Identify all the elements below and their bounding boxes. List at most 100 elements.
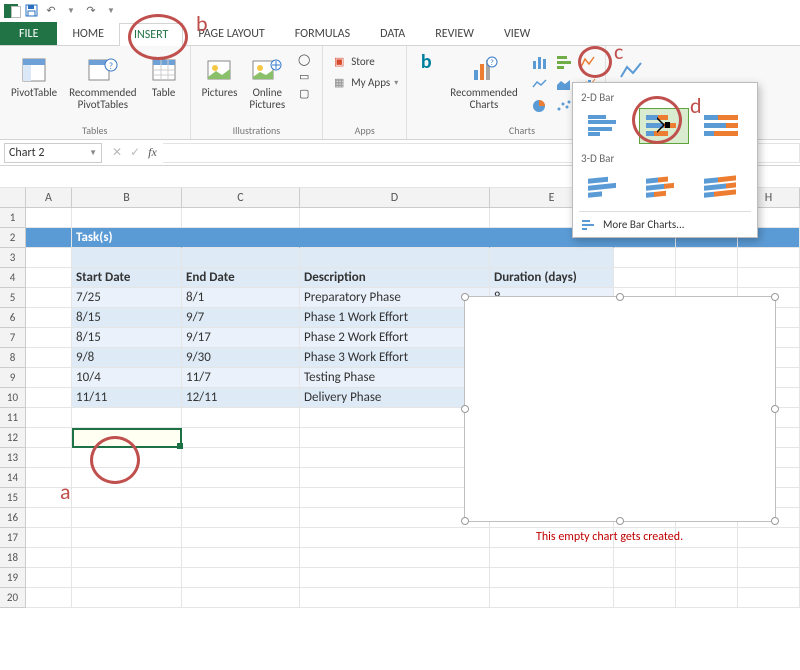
- cell[interactable]: [26, 208, 72, 228]
- row-header[interactable]: 3: [0, 248, 26, 268]
- cell[interactable]: [182, 568, 300, 588]
- row-header[interactable]: 7: [0, 328, 26, 348]
- stacked-bar-3d-option[interactable]: [639, 169, 689, 205]
- line-chart-button[interactable]: [529, 74, 551, 94]
- pie-chart-button[interactable]: [529, 96, 551, 116]
- worksheet[interactable]: A B C D E F G H 12Task(s)34Start DateEnd…: [0, 188, 800, 608]
- clustered-bar-3d-option[interactable]: [581, 169, 631, 205]
- tab-formulas[interactable]: FORMULAS: [280, 22, 365, 45]
- qat-customize-icon[interactable]: ▼: [104, 4, 118, 18]
- cell[interactable]: [676, 268, 738, 288]
- cell[interactable]: 7/25: [72, 288, 182, 308]
- row-header[interactable]: 19: [0, 568, 26, 588]
- cell[interactable]: [300, 568, 490, 588]
- cell[interactable]: [72, 488, 182, 508]
- cell[interactable]: [300, 208, 490, 228]
- my-apps-button[interactable]: ▦ My Apps ▾: [329, 75, 400, 90]
- insert-function-icon[interactable]: fx: [148, 145, 157, 160]
- tab-review[interactable]: REVIEW: [420, 22, 489, 45]
- bing-button[interactable]: b: [413, 50, 439, 74]
- cell[interactable]: [26, 328, 72, 348]
- cell[interactable]: [676, 248, 738, 268]
- cell[interactable]: 9/17: [182, 328, 300, 348]
- cell[interactable]: [26, 308, 72, 328]
- row-header[interactable]: 18: [0, 548, 26, 568]
- cell[interactable]: Phase 2 Work Effort: [300, 328, 490, 348]
- select-all-button[interactable]: [0, 188, 26, 207]
- cell[interactable]: [614, 548, 676, 568]
- cell[interactable]: [26, 348, 72, 368]
- row-header[interactable]: 11: [0, 408, 26, 428]
- cell[interactable]: [26, 248, 72, 268]
- cell[interactable]: [72, 528, 182, 548]
- cell[interactable]: End Date: [182, 268, 300, 288]
- chart-placeholder[interactable]: [464, 296, 776, 522]
- cell[interactable]: [26, 588, 72, 608]
- row-header[interactable]: 17: [0, 528, 26, 548]
- row-header[interactable]: 10: [0, 388, 26, 408]
- cell[interactable]: Phase 3 Work Effort: [300, 348, 490, 368]
- cell[interactable]: [300, 468, 490, 488]
- cell[interactable]: [490, 568, 614, 588]
- cell[interactable]: [738, 568, 800, 588]
- cell[interactable]: [738, 248, 800, 268]
- recommended-charts-button[interactable]: ? Recommended Charts: [445, 50, 522, 116]
- cell[interactable]: Testing Phase: [300, 368, 490, 388]
- row-header[interactable]: 2: [0, 228, 26, 248]
- save-icon[interactable]: [24, 4, 38, 18]
- cell[interactable]: [182, 428, 300, 448]
- cell[interactable]: [72, 208, 182, 228]
- cell[interactable]: [26, 508, 72, 528]
- cell[interactable]: 11/7: [182, 368, 300, 388]
- cell[interactable]: [490, 548, 614, 568]
- stacked-bar-100-option[interactable]: [697, 108, 747, 144]
- cell[interactable]: [300, 228, 490, 248]
- cell[interactable]: [72, 448, 182, 468]
- pivottable-button[interactable]: PivotTable: [6, 50, 62, 114]
- name-box-dropdown-icon[interactable]: ▼: [89, 148, 97, 158]
- cell[interactable]: [614, 588, 676, 608]
- cell[interactable]: [490, 248, 614, 268]
- cell[interactable]: Start Date: [72, 268, 182, 288]
- cell[interactable]: [676, 548, 738, 568]
- cell[interactable]: [72, 588, 182, 608]
- cell[interactable]: [182, 508, 300, 528]
- cell[interactable]: [26, 408, 72, 428]
- cell[interactable]: [182, 468, 300, 488]
- recommended-pivottables-button[interactable]: ? Recommended PivotTables: [64, 50, 141, 114]
- cell[interactable]: [72, 568, 182, 588]
- cell[interactable]: Phase 1 Work Effort: [300, 308, 490, 328]
- cell[interactable]: [614, 568, 676, 588]
- redo-icon[interactable]: ↷: [84, 4, 98, 18]
- cell[interactable]: [300, 448, 490, 468]
- shapes-button[interactable]: ◯: [294, 52, 314, 67]
- table-button[interactable]: Table: [144, 50, 184, 114]
- pictures-button[interactable]: Pictures: [197, 50, 243, 114]
- cell[interactable]: [182, 488, 300, 508]
- cell[interactable]: [614, 248, 676, 268]
- cell[interactable]: [738, 588, 800, 608]
- cell[interactable]: [300, 428, 490, 448]
- col-header[interactable]: B: [72, 188, 182, 207]
- cell[interactable]: Duration (days): [490, 268, 614, 288]
- cell[interactable]: [72, 468, 182, 488]
- cell[interactable]: [182, 548, 300, 568]
- row-header[interactable]: 13: [0, 448, 26, 468]
- cell[interactable]: [182, 408, 300, 428]
- cell[interactable]: 12/11: [182, 388, 300, 408]
- tab-view[interactable]: VIEW: [489, 22, 545, 45]
- cell[interactable]: 9/7: [182, 308, 300, 328]
- stacked-bar-100-3d-option[interactable]: [697, 169, 747, 205]
- cell[interactable]: [182, 228, 300, 248]
- cancel-formula-icon[interactable]: ✕: [112, 145, 122, 160]
- cell[interactable]: [490, 588, 614, 608]
- cell[interactable]: 8/15: [72, 308, 182, 328]
- cell[interactable]: 8/15: [72, 328, 182, 348]
- cell[interactable]: [738, 268, 800, 288]
- row-header[interactable]: 1: [0, 208, 26, 228]
- row-header[interactable]: 4: [0, 268, 26, 288]
- cell[interactable]: [26, 528, 72, 548]
- row-header[interactable]: 8: [0, 348, 26, 368]
- online-pictures-button[interactable]: Online Pictures: [244, 50, 290, 114]
- undo-dropdown-icon[interactable]: ▼: [64, 4, 78, 18]
